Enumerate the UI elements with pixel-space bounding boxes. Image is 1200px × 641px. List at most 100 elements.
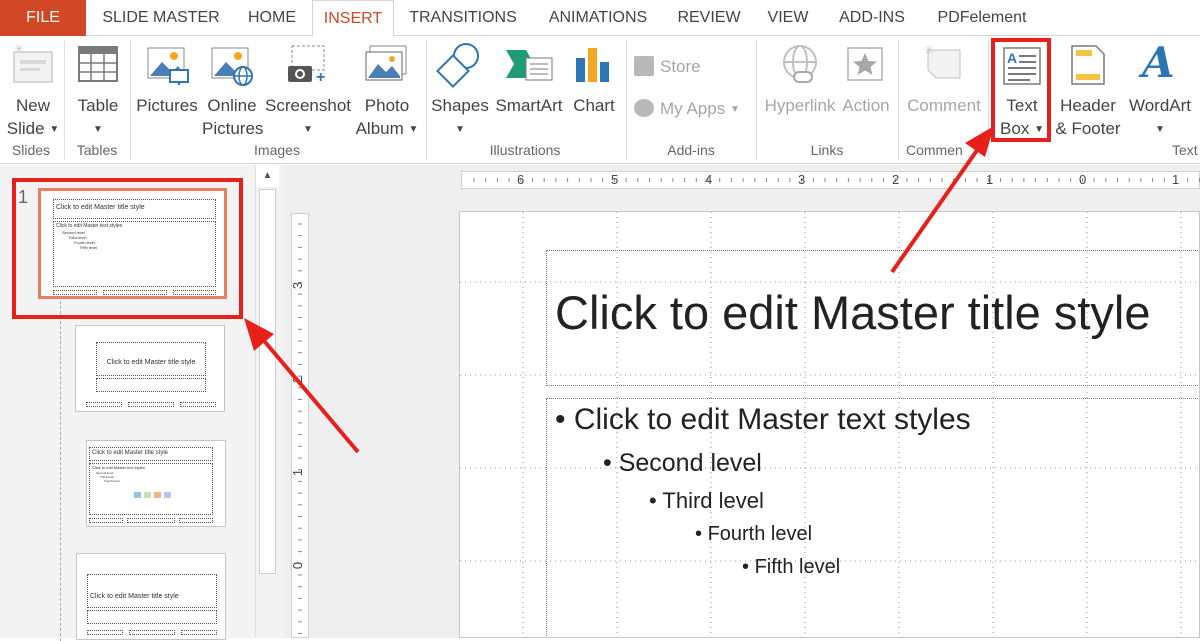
group-label-links: Links [756, 142, 898, 158]
online-pictures-icon [210, 44, 254, 86]
ruler-number: 5 [611, 172, 618, 187]
shapes-button[interactable]: Shapes ▼ [430, 40, 490, 140]
pictures-button[interactable]: Pictures [134, 40, 200, 140]
tab-insert[interactable]: INSERT [312, 0, 394, 37]
tab-add-ins[interactable]: ADD-INS [826, 0, 918, 36]
thumb-title-placeholder: Click to edit Master title style [87, 574, 217, 608]
thumb-footer-right [181, 630, 217, 635]
screenshot-icon: + [286, 44, 330, 86]
bullet-level-5[interactable]: • Fifth level [742, 556, 840, 579]
new-slide-button[interactable]: ✳ New Slide ▼ [4, 40, 62, 140]
header-footer-label-2: & Footer [1052, 117, 1124, 140]
ruler-number: 6 [517, 172, 524, 187]
smartart-icon [504, 44, 554, 86]
thumbnail-scrollbar[interactable]: ▲ [255, 165, 279, 638]
ruler-number: 1 [290, 469, 305, 476]
thumb-footer-center [128, 402, 174, 407]
thumb-picture-icon [164, 492, 171, 498]
bullet-level-2[interactable]: • Second level [603, 449, 762, 478]
header-footer-button[interactable]: Header & Footer [1052, 40, 1124, 140]
ruler-number: 0 [1079, 172, 1086, 187]
tab-home[interactable]: HOME [236, 0, 308, 36]
tab-review[interactable]: REVIEW [668, 0, 750, 36]
thumb-footer-left [89, 518, 123, 523]
thumb-title-text: Click to edit Master title style [97, 343, 205, 366]
table-button[interactable]: Table ▼ [70, 40, 126, 140]
ruler-number: 3 [290, 282, 305, 289]
group-label-slides: Slides [0, 142, 62, 158]
thumb-title-placeholder: Click to edit Master title style [96, 342, 206, 376]
highlight-box-master-thumbnail [12, 178, 243, 319]
slide-canvas[interactable]: Click to edit Master title style • Click… [459, 211, 1200, 638]
my-apps-button[interactable]: My Apps ▼ [632, 96, 752, 124]
thumb-table-icon [134, 492, 141, 498]
new-slide-icon: ✳ [12, 44, 54, 84]
tab-file[interactable]: FILE [0, 0, 86, 36]
action-label: Action [840, 94, 892, 117]
bullet-level-4[interactable]: • Fourth level [695, 523, 812, 546]
group-divider [988, 40, 989, 160]
tab-transitions[interactable]: TRANSITIONS [398, 0, 528, 36]
group-label-illustrations: Illustrations [426, 142, 624, 158]
layout-thumbnail-section[interactable]: Click to edit Master title style [76, 553, 226, 640]
vertical-ruler[interactable]: 3 2 1 0 [291, 213, 309, 638]
wordart-caret: ▼ [1124, 117, 1196, 141]
photo-album-button[interactable]: Photo Album ▼ [352, 40, 422, 140]
thumb-level-4: Fourth level [90, 479, 212, 483]
thumb-footer-center [129, 630, 175, 635]
chart-icon [574, 44, 614, 86]
layout-thumbnail-content[interactable]: Click to edit Master title style Click t… [86, 440, 226, 527]
scroll-up-arrow[interactable]: ▲ [256, 165, 279, 187]
ruler-number: 4 [705, 172, 712, 187]
tab-view[interactable]: VIEW [758, 0, 818, 36]
tab-pdfelement[interactable]: PDFelement [926, 0, 1038, 36]
store-button[interactable]: Store [632, 54, 752, 82]
shapes-icon [436, 42, 484, 88]
horizontal-ruler[interactable]: 6 5 4 3 2 1 0 1 [461, 171, 1200, 189]
smartart-button[interactable]: SmartArt [490, 40, 568, 140]
new-slide-label-2: Slide ▼ [4, 117, 62, 141]
scrollbar-thumb[interactable] [259, 189, 276, 574]
comment-icon: ✳ [922, 44, 966, 84]
pictures-icon [146, 44, 190, 86]
wordart-icon: A [1142, 40, 1175, 86]
hyperlink-button[interactable]: Hyperlink [760, 40, 840, 140]
thumb-footer-left [87, 630, 123, 635]
hyperlink-icon [780, 44, 820, 86]
online-pictures-label-1: Online [202, 94, 262, 117]
tab-animations[interactable]: ANIMATIONS [536, 0, 660, 36]
slide-title-text[interactable]: Click to edit Master title style [555, 285, 1151, 340]
thumb-title-placeholder: Click to edit Master title style [89, 447, 213, 461]
group-label-images: Images [132, 142, 422, 158]
comment-button[interactable]: ✳ Comment [902, 40, 986, 140]
photo-album-icon [364, 44, 410, 86]
tab-slide-master[interactable]: SLIDE MASTER [88, 0, 234, 36]
body-placeholder[interactable]: • Click to edit Master text styles • Sec… [546, 398, 1200, 638]
table-icon [78, 46, 118, 82]
group-label-add-ins: Add-ins [626, 142, 756, 158]
online-pictures-button[interactable]: Online Pictures [202, 40, 262, 140]
bullet-level-1[interactable]: • Click to edit Master text styles [555, 403, 971, 437]
vertical-ruler-ticks [292, 214, 308, 637]
wordart-button[interactable]: A WordArt ▼ [1124, 40, 1196, 140]
svg-text:✳: ✳ [924, 44, 934, 57]
chart-button[interactable]: Chart [568, 40, 620, 140]
thumb-content-icons [134, 490, 174, 504]
svg-text:✳: ✳ [14, 44, 24, 56]
store-label: Store [660, 55, 701, 78]
ruler-number: 1 [986, 172, 993, 187]
screenshot-caret: ▼ [264, 117, 352, 141]
screenshot-button[interactable]: + Screenshot ▼ [264, 40, 352, 140]
header-footer-icon [1070, 44, 1106, 86]
group-label-text: Text [1172, 142, 1200, 158]
title-placeholder[interactable]: Click to edit Master title style [546, 250, 1200, 386]
bullet-level-3[interactable]: • Third level [649, 488, 764, 514]
thumb-subtitle-placeholder [96, 378, 206, 392]
action-button[interactable]: Action [840, 40, 892, 140]
chart-label: Chart [568, 94, 620, 117]
action-icon [846, 46, 884, 82]
shapes-caret: ▼ [430, 117, 490, 141]
thumb-smartart-icon [154, 492, 161, 498]
photo-album-label-1: Photo [352, 94, 422, 117]
layout-thumbnail-title[interactable]: Click to edit Master title style [75, 325, 225, 412]
